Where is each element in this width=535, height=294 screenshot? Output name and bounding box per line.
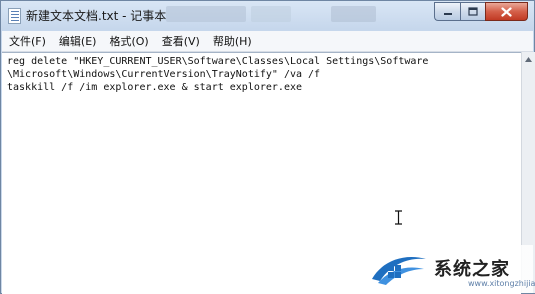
notepad-window: 新建文本文档.txt - 记事本 文件(F) 编辑(E) 格式(O) 查看(V)…: [0, 0, 535, 294]
maximize-button[interactable]: [460, 2, 485, 21]
menu-format[interactable]: 格式(O): [103, 33, 154, 49]
menu-view[interactable]: 查看(V): [156, 33, 206, 49]
menu-edit[interactable]: 编辑(E): [53, 33, 103, 49]
title-bar[interactable]: 新建文本文档.txt - 记事本: [1, 1, 534, 31]
watermark-text: 系统之家: [434, 259, 510, 280]
caption-buttons: [434, 2, 528, 22]
chevron-up-icon: [525, 57, 532, 62]
blurred-background-text: [331, 6, 376, 22]
watermark: 系统之家 www.xitongzhijia.net: [368, 245, 535, 293]
menu-file[interactable]: 文件(F): [3, 33, 52, 49]
menu-help[interactable]: 帮助(H): [207, 33, 258, 49]
close-icon: [501, 6, 512, 17]
maximize-icon: [468, 7, 478, 16]
window-title: 新建文本文档.txt - 记事本: [26, 9, 167, 23]
notepad-icon[interactable]: [8, 8, 21, 24]
text-cursor-icon: [395, 210, 402, 225]
minimize-icon: [443, 12, 452, 15]
scroll-up-button[interactable]: [522, 52, 535, 67]
watermark-url: www.xitongzhijia.net: [468, 279, 535, 288]
editor-text[interactable]: reg delete "HKEY_CURRENT_USER\Software\C…: [2, 53, 521, 96]
minimize-button[interactable]: [434, 2, 460, 21]
blurred-background-text: [166, 6, 246, 22]
close-button[interactable]: [485, 2, 528, 21]
blurred-background-text: [251, 6, 291, 22]
site-logo-icon: [372, 257, 426, 285]
menu-bar: 文件(F) 编辑(E) 格式(O) 查看(V) 帮助(H): [2, 31, 533, 52]
